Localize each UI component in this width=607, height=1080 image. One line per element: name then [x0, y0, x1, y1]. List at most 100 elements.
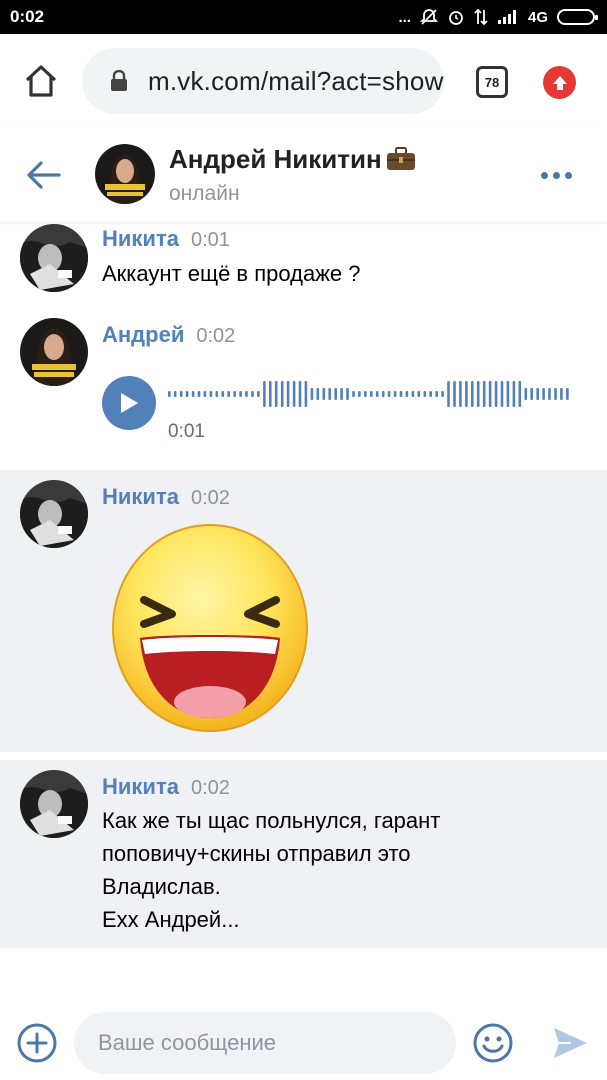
waveform-bar [435, 391, 438, 397]
message-line: Ехх Андрей... [102, 907, 240, 932]
alarm-icon [447, 8, 465, 26]
waveform-bar [227, 391, 230, 397]
waveform-bar [494, 381, 498, 407]
waveform-bar [251, 391, 254, 397]
waveform-bar [447, 381, 450, 407]
update-button[interactable] [543, 66, 576, 99]
message-item: Никита 0:02 [0, 470, 607, 752]
waveform-bar [530, 388, 533, 400]
author-avatar[interactable] [20, 224, 88, 292]
waveform-bar [536, 388, 539, 400]
waveform-bar [411, 391, 415, 397]
arrow-up-icon [552, 75, 567, 90]
waveform-bar [221, 391, 225, 397]
waveform-bar [399, 391, 403, 397]
waveform-bar [233, 391, 236, 397]
message-line: Как же ты щас польнулся, гарант [102, 808, 441, 833]
waveform-bar [292, 381, 296, 407]
message-item: Андрей 0:02 0:01 [0, 318, 607, 468]
author-avatar[interactable] [20, 480, 88, 548]
waveform-bar [375, 391, 379, 397]
waveform-bar [340, 388, 343, 400]
waveform-bar [173, 391, 177, 397]
waveform-bar [358, 391, 361, 397]
briefcase-icon [386, 147, 415, 170]
message-time: 0:02 [196, 325, 236, 347]
waveform-bar [215, 391, 219, 397]
add-attachment-icon[interactable] [16, 1022, 58, 1064]
message-text: Как же ты щас польнулся, гарант поповичу… [102, 804, 582, 936]
waveform-bar [429, 391, 432, 397]
waveform-bar [239, 391, 242, 397]
waveform-bar [280, 381, 284, 407]
emoji-icon[interactable] [472, 1022, 514, 1064]
waveform-bar [197, 391, 201, 397]
waveform-bar [185, 391, 189, 397]
author-avatar[interactable] [20, 770, 88, 838]
waveform-bar [488, 381, 492, 407]
waveform-bar [168, 391, 171, 397]
waveform-bar [417, 391, 421, 397]
message-author[interactable]: Андрей 0:02 [102, 322, 235, 348]
waveform-bar [322, 388, 326, 400]
chat-avatar[interactable] [95, 144, 155, 204]
more-options-icon[interactable] [541, 168, 577, 182]
author-name[interactable]: Никита [102, 226, 179, 251]
waveform-bar [370, 391, 373, 397]
message-list: Никита 0:01 Аккаунт ещё в продаже ? Андре… [0, 222, 607, 1008]
waveform-bar [554, 388, 557, 400]
message-time: 0:02 [190, 487, 230, 509]
message-item: Никита 0:01 Аккаунт ещё в продаже ? [0, 222, 607, 318]
waveform-bar [310, 388, 314, 400]
author-name[interactable]: Никита [102, 774, 179, 799]
author-name[interactable]: Андрей [102, 322, 184, 347]
waveform-bar [560, 388, 563, 400]
status-dots: ... [398, 8, 411, 26]
author-avatar[interactable] [20, 318, 88, 386]
waveform-bar [364, 391, 367, 397]
signal-icon [497, 9, 519, 25]
waveform-bar [465, 381, 468, 407]
waveform-bar [566, 388, 569, 400]
waveform-bar [476, 381, 480, 407]
waveform-bar [381, 391, 385, 397]
audio-waveform[interactable] [168, 379, 572, 409]
audio-duration: 0:01 [168, 421, 205, 442]
waveform-bar [471, 381, 474, 407]
message-input[interactable] [98, 1030, 438, 1056]
waveform-bar [512, 381, 516, 407]
waveform-bar [304, 381, 308, 407]
send-icon[interactable] [551, 1024, 589, 1062]
lock-icon [111, 70, 127, 91]
waveform-bar [191, 391, 195, 397]
play-button[interactable] [102, 376, 156, 430]
address-bar[interactable]: m.vk.com/mail?act=show [82, 48, 444, 114]
waveform-bar [352, 391, 355, 397]
tabs-counter-button[interactable]: 78 [476, 66, 508, 98]
message-author[interactable]: Никита 0:02 [102, 774, 230, 800]
message-author[interactable]: Никита 0:02 [102, 484, 230, 510]
home-icon[interactable] [22, 62, 60, 100]
waveform-bar [179, 391, 183, 397]
waveform-bar [263, 381, 266, 407]
waveform-bar [405, 391, 409, 397]
chat-name: Андрей Никитин [169, 144, 382, 174]
waveform-bar [298, 381, 302, 407]
message-item: Никита 0:02 Как же ты щас польнулся, гара… [0, 760, 607, 948]
waveform-bar [316, 388, 320, 400]
laughing-emoji-sticker[interactable] [110, 522, 310, 734]
message-input-wrapper [74, 1012, 456, 1074]
waveform-bar [542, 388, 545, 400]
status-time: 0:02 [10, 7, 45, 26]
message-line: Владислав. [102, 874, 221, 899]
play-icon [121, 393, 138, 413]
waveform-bar [524, 388, 528, 400]
network-type: 4G [527, 8, 548, 26]
chat-status: онлайн [169, 182, 240, 205]
waveform-bar [482, 381, 486, 407]
message-composer [0, 1008, 607, 1080]
waveform-bar [257, 391, 260, 397]
author-name[interactable]: Никита [102, 484, 179, 509]
message-author[interactable]: Никита 0:01 [102, 226, 230, 252]
back-arrow-icon[interactable] [26, 158, 62, 192]
